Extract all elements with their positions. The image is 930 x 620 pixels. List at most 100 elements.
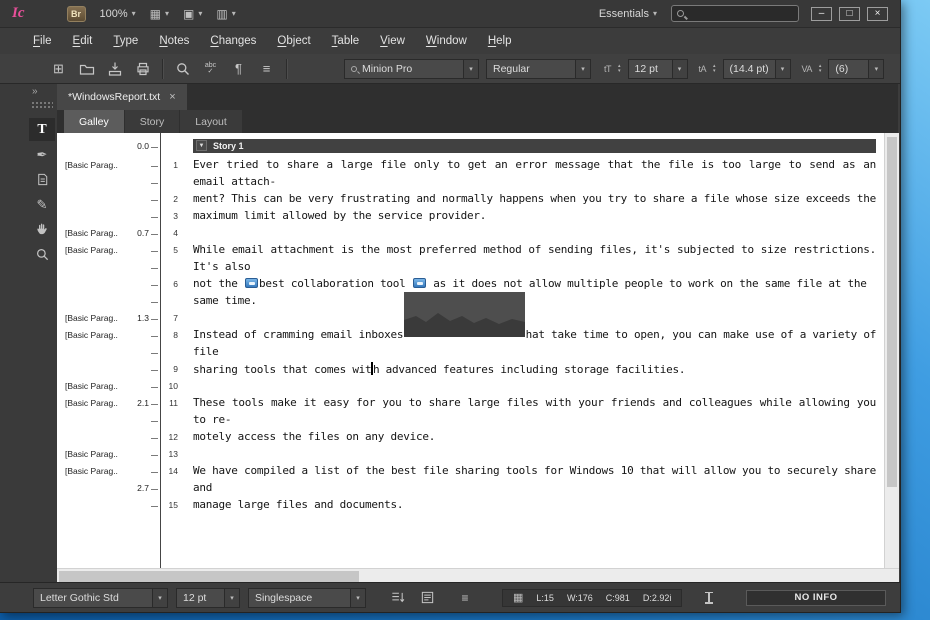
- status-size-combo[interactable]: 12 pt ▾: [176, 588, 240, 608]
- view-options-dropdown[interactable]: ▦ ▾: [150, 7, 169, 21]
- galley-text-line[interactable]: We have compiled a list of the best file…: [184, 464, 884, 477]
- story-editor-view-icon[interactable]: [416, 589, 438, 607]
- font-size-stepper[interactable]: ▴▾: [618, 64, 621, 74]
- line-spacing-icon[interactable]: [386, 589, 408, 607]
- galley-row: 9sharing tools that comes with advanced …: [57, 360, 884, 377]
- maximize-button[interactable]: □: [839, 7, 860, 21]
- menu-window[interactable]: Window: [426, 35, 467, 47]
- galley-text-line[interactable]: It's also: [184, 260, 884, 273]
- close-button[interactable]: ×: [867, 7, 888, 21]
- font-family-combo[interactable]: Minion Pro ▾: [344, 59, 479, 79]
- horizontal-scrollbar-thumb[interactable]: [59, 571, 359, 582]
- paragraph-style-label: [Basic Parag...: [57, 466, 118, 476]
- tool-pencil-icon[interactable]: ✎: [29, 193, 55, 216]
- galley-row: 2.7and: [57, 479, 884, 496]
- embedded-image-placeholder[interactable]: [404, 292, 525, 337]
- chevron-down-icon: ▾: [152, 589, 167, 607]
- line-number: 11: [160, 398, 184, 408]
- galley-text-line[interactable]: file: [184, 345, 884, 358]
- inline-note-icon[interactable]: [413, 278, 426, 288]
- line-number: 6: [160, 279, 184, 289]
- zoom-tool-button[interactable]: [172, 59, 193, 79]
- tracking-stepper[interactable]: ▴▾: [819, 64, 822, 74]
- galley-text-line[interactable]: maximum limit allowed by the service pro…: [184, 209, 884, 222]
- menu-view[interactable]: View: [380, 35, 405, 47]
- leading-stepper[interactable]: ▴▾: [713, 64, 716, 74]
- spellcheck-checkmark-icon: ✓: [208, 69, 214, 75]
- tool-note-icon[interactable]: [29, 168, 55, 191]
- document-tab[interactable]: *WindowsReport.txt ×: [57, 84, 187, 110]
- galley-text-line[interactable]: email attach-: [184, 175, 884, 188]
- tracking-combo[interactable]: (6) ▾: [828, 59, 884, 79]
- inline-note-icon[interactable]: [245, 278, 258, 288]
- panel-expand-button[interactable]: »: [0, 84, 57, 97]
- workspace-switcher[interactable]: Essentials ▾: [599, 8, 657, 20]
- incopy-logo: Ic: [12, 5, 25, 22]
- tool-zoom-icon[interactable]: [29, 243, 55, 266]
- add-page-button[interactable]: ⊞: [48, 59, 69, 79]
- menu-notes[interactable]: Notes: [159, 35, 189, 47]
- galley-text-line[interactable]: same time.: [184, 294, 884, 307]
- minimize-button[interactable]: –: [811, 7, 832, 21]
- hidden-characters-button[interactable]: ¶: [228, 59, 249, 79]
- galley-text-line[interactable]: While email attachment is the most prefe…: [184, 243, 884, 256]
- menu-type[interactable]: Type: [113, 35, 138, 47]
- chevron-down-icon: ▾: [653, 9, 657, 18]
- font-style-combo[interactable]: Regular ▾: [486, 59, 591, 79]
- horizontal-scrollbar[interactable]: [57, 568, 899, 583]
- depth-ruler-mark: 0.7: [137, 228, 149, 238]
- search-input[interactable]: [671, 5, 799, 22]
- line-number: 9: [160, 364, 184, 374]
- view-tab-galley[interactable]: Galley: [64, 110, 124, 133]
- menu-file[interactable]: File: [33, 35, 52, 47]
- font-search-icon: [351, 66, 357, 72]
- galley-text-line[interactable]: These tools make it easy for you to shar…: [184, 396, 884, 409]
- font-family-value: Minion Pro: [362, 63, 412, 75]
- vertical-scrollbar-thumb[interactable]: [887, 137, 897, 487]
- status-spacing-combo[interactable]: Singlespace ▾: [248, 588, 366, 608]
- galley-text-line[interactable]: Instead of cramming email inboxes hat ta…: [184, 328, 884, 341]
- panel-menu-button[interactable]: ≡: [256, 59, 277, 79]
- galley-text-line[interactable]: Ever tried to share a large file only to…: [184, 158, 884, 171]
- line-number: 2: [160, 194, 184, 204]
- galley-text-line[interactable]: sharing tools that comes with advanced f…: [184, 362, 884, 376]
- vertical-scrollbar[interactable]: [884, 133, 899, 568]
- galley-text-line[interactable]: ment? This can be very frustrating and n…: [184, 192, 884, 205]
- print-button[interactable]: [132, 59, 153, 79]
- zoom-level-dropdown[interactable]: 100% ▾: [100, 8, 136, 20]
- bridge-button[interactable]: Br: [67, 6, 86, 22]
- line-number: 5: [160, 245, 184, 255]
- line-number: 8: [160, 330, 184, 340]
- tab-close-icon[interactable]: ×: [169, 91, 175, 103]
- arrange-documents-dropdown[interactable]: ▥ ▾: [216, 7, 235, 21]
- font-size-combo[interactable]: 12 pt ▾: [628, 59, 688, 79]
- status-menu-button[interactable]: ≡: [454, 589, 476, 607]
- galley-text-line[interactable]: motely access the files on any device.: [184, 430, 884, 443]
- galley-row: [Basic Parag...10: [57, 377, 884, 394]
- menu-object[interactable]: Object: [277, 35, 310, 47]
- incopy-window: Ic Br 100% ▾ ▦ ▾ ▣ ▾ ▥ ▾ Essentials ▾: [0, 0, 901, 613]
- galley-text-line[interactable]: manage large files and documents.: [184, 498, 884, 511]
- tool-hand-icon[interactable]: [29, 218, 55, 241]
- galley-text-line[interactable]: to re-: [184, 413, 884, 426]
- menu-table[interactable]: Table: [332, 35, 360, 47]
- view-tab-story[interactable]: Story: [125, 110, 180, 133]
- menu-help[interactable]: Help: [488, 35, 512, 47]
- leading-combo[interactable]: (14.4 pt) ▾: [723, 59, 791, 79]
- save-content-button[interactable]: [104, 59, 125, 79]
- menu-edit[interactable]: Edit: [73, 35, 93, 47]
- tool-quill-icon[interactable]: ✒: [29, 143, 55, 166]
- line-number: 12: [160, 432, 184, 442]
- spellcheck-button[interactable]: abc ✓: [200, 59, 221, 79]
- galley-text-line[interactable]: and: [184, 481, 884, 494]
- galley-text-line[interactable]: not the best collaboration tool as it do…: [184, 277, 884, 290]
- story-header-bar[interactable]: ▼ Story 1: [193, 139, 876, 153]
- menu-changes[interactable]: Changes: [210, 35, 256, 47]
- screen-mode-dropdown[interactable]: ▣ ▾: [183, 7, 202, 21]
- story-collapse-icon[interactable]: ▼: [196, 140, 207, 151]
- leading-value: (14.4 pt): [730, 63, 769, 75]
- view-tab-layout[interactable]: Layout: [180, 110, 242, 133]
- open-folder-button[interactable]: [76, 59, 97, 79]
- tool-type[interactable]: T: [29, 118, 55, 141]
- status-font-combo[interactable]: Letter Gothic Std ▾: [33, 588, 168, 608]
